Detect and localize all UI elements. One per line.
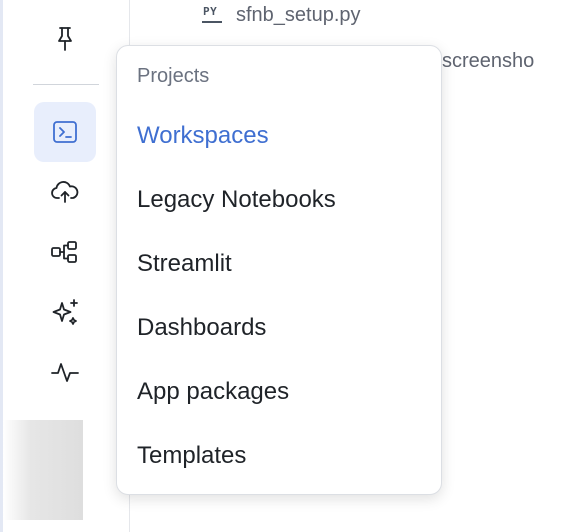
file-tree-item[interactable]: PY sfnb_setup.py <box>200 0 361 30</box>
menu-item-workspaces[interactable]: Workspaces <box>137 122 269 150</box>
pin-button[interactable] <box>34 9 96 69</box>
app-root: PY sfnb_setup.py screensho Projects Work… <box>0 0 562 532</box>
data-button[interactable] <box>34 162 96 222</box>
file-name: sfnb_setup.py <box>236 3 361 26</box>
monitoring-button[interactable] <box>34 342 96 402</box>
pipelines-button[interactable] <box>34 222 96 282</box>
workflow-icon <box>51 241 77 263</box>
cloud-upload-icon <box>51 181 79 203</box>
menu-item-app-packages[interactable]: App packages <box>137 378 289 406</box>
menu-item-dashboards[interactable]: Dashboards <box>137 314 266 342</box>
projects-menu: Projects Workspaces Legacy Notebooks Str… <box>116 45 442 495</box>
activity-icon <box>51 363 79 382</box>
menu-item-templates[interactable]: Templates <box>137 442 246 470</box>
file-badge: PY <box>203 5 218 18</box>
pin-icon <box>58 27 72 51</box>
menu-header: Projects <box>137 65 210 87</box>
rail-shadow-overlay <box>3 420 83 520</box>
terminal-icon <box>53 121 77 143</box>
file-tree-item-truncated[interactable]: screensho <box>442 50 534 73</box>
projects-button[interactable] <box>34 102 96 162</box>
sparkles-icon <box>52 299 78 325</box>
menu-item-legacy-notebooks[interactable]: Legacy Notebooks <box>137 186 336 214</box>
python-file-icon: PY <box>200 4 224 26</box>
menu-item-streamlit[interactable]: Streamlit <box>137 250 232 278</box>
ai-button[interactable] <box>34 282 96 342</box>
nav-rail <box>3 0 130 532</box>
rail-divider <box>33 84 99 85</box>
